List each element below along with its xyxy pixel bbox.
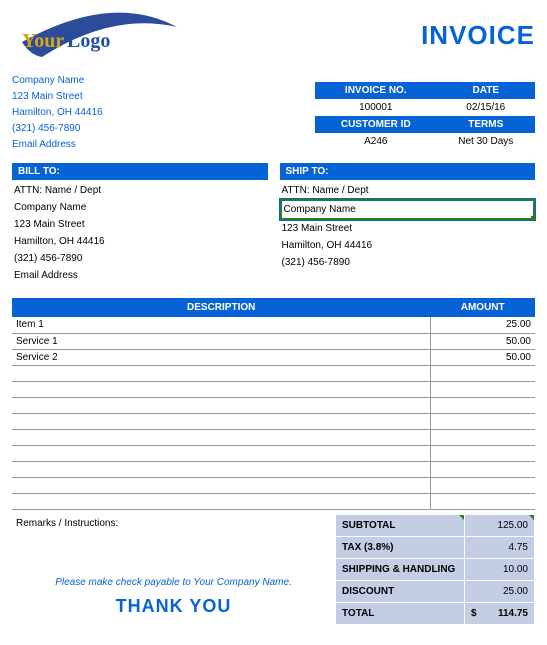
- items-table: DESCRIPTION AMOUNT Item 125.00Service 15…: [12, 298, 535, 510]
- ship-city[interactable]: Hamilton, OH 44416: [280, 237, 536, 254]
- ship-company-selected-cell[interactable]: Company Name: [280, 199, 536, 220]
- table-row: [12, 461, 535, 477]
- company-street: 123 Main Street: [12, 89, 103, 104]
- bill-email[interactable]: Email Address: [12, 267, 268, 284]
- bill-to-hdr: BILL TO:: [12, 163, 268, 180]
- table-row: Service 250.00: [12, 349, 535, 365]
- invoice-date[interactable]: 02/15/16: [437, 99, 535, 116]
- item-amt[interactable]: 25.00: [430, 317, 535, 333]
- discount-val[interactable]: 25.00: [465, 580, 535, 602]
- tax-val: 4.75: [465, 536, 535, 558]
- item-desc[interactable]: [12, 461, 430, 477]
- item-amt[interactable]: 50.00: [430, 333, 535, 349]
- item-desc[interactable]: Service 2: [12, 349, 430, 365]
- item-amt[interactable]: [430, 381, 535, 397]
- item-amt[interactable]: [430, 445, 535, 461]
- table-row: [12, 477, 535, 493]
- ship-to-hdr: SHIP TO:: [280, 163, 536, 180]
- invoice-no[interactable]: 100001: [315, 99, 437, 116]
- item-desc[interactable]: [12, 493, 430, 509]
- item-desc[interactable]: [12, 477, 430, 493]
- shipping-label: SHIPPING & HANDLING: [336, 558, 465, 580]
- item-desc[interactable]: [12, 397, 430, 413]
- logo-word1: Your: [22, 30, 64, 52]
- item-amt[interactable]: [430, 365, 535, 381]
- company-email: Email Address: [12, 137, 103, 152]
- total-label: TOTAL: [336, 602, 465, 624]
- table-row: Service 150.00: [12, 333, 535, 349]
- table-row: [12, 445, 535, 461]
- terms-hdr: TERMS: [437, 116, 535, 133]
- item-desc[interactable]: [12, 429, 430, 445]
- meta-table: INVOICE NO. DATE 100001 02/15/16 CUSTOME…: [315, 82, 535, 150]
- item-amt[interactable]: [430, 397, 535, 413]
- item-amt[interactable]: 50.00: [430, 349, 535, 365]
- item-desc[interactable]: Item 1: [12, 317, 430, 333]
- subtotal-val: 125.00: [465, 514, 535, 536]
- table-row: [12, 413, 535, 429]
- table-row: [12, 381, 535, 397]
- item-amt[interactable]: [430, 461, 535, 477]
- terms[interactable]: Net 30 Days: [437, 133, 535, 150]
- customer-id[interactable]: A246: [315, 133, 437, 150]
- item-amt[interactable]: [430, 477, 535, 493]
- item-desc[interactable]: [12, 445, 430, 461]
- ship-street[interactable]: 123 Main Street: [280, 220, 536, 237]
- desc-hdr: DESCRIPTION: [12, 298, 430, 317]
- table-row: [12, 365, 535, 381]
- tax-label: TAX (3.8%): [336, 536, 465, 558]
- logo: Your Logo: [12, 12, 192, 82]
- item-amt[interactable]: [430, 413, 535, 429]
- pay-note: Please make check payable to Your Compan…: [16, 577, 331, 588]
- discount-label: DISCOUNT: [336, 580, 465, 602]
- bill-phone[interactable]: (321) 456-7890: [12, 250, 268, 267]
- company-block: Company Name 123 Main Street Hamilton, O…: [12, 72, 103, 153]
- table-row: [12, 493, 535, 509]
- company-phone: (321) 456-7890: [12, 121, 103, 136]
- total-val: 114.75: [465, 602, 535, 624]
- company-city: Hamilton, OH 44416: [12, 105, 103, 120]
- table-row: Item 125.00: [12, 317, 535, 333]
- bill-city[interactable]: Hamilton, OH 44416: [12, 233, 268, 250]
- item-amt[interactable]: [430, 429, 535, 445]
- thank-you: THANK YOU: [16, 596, 331, 617]
- item-desc[interactable]: [12, 365, 430, 381]
- shipping-val[interactable]: 10.00: [465, 558, 535, 580]
- date-hdr: DATE: [437, 82, 535, 99]
- bill-street[interactable]: 123 Main Street: [12, 216, 268, 233]
- remarks-title: Remarks / Instructions:: [16, 518, 331, 529]
- bill-attn[interactable]: ATTN: Name / Dept: [12, 182, 268, 199]
- totals-table: SUBTOTAL 125.00 TAX (3.8%) 4.75 SHIPPING…: [335, 514, 535, 625]
- item-desc[interactable]: [12, 381, 430, 397]
- amt-hdr: AMOUNT: [430, 298, 535, 317]
- logo-word2: Logo: [67, 30, 110, 52]
- subtotal-label: SUBTOTAL: [336, 514, 465, 536]
- invoice-title: INVOICE: [421, 20, 535, 51]
- customer-id-hdr: CUSTOMER ID: [315, 116, 437, 133]
- ship-phone[interactable]: (321) 456-7890: [280, 254, 536, 271]
- item-desc[interactable]: Service 1: [12, 333, 430, 349]
- bill-company[interactable]: Company Name: [12, 199, 268, 216]
- invoice-no-hdr: INVOICE NO.: [315, 82, 437, 99]
- ship-attn[interactable]: ATTN: Name / Dept: [280, 182, 536, 199]
- table-row: [12, 429, 535, 445]
- item-amt[interactable]: [430, 493, 535, 509]
- item-desc[interactable]: [12, 413, 430, 429]
- table-row: [12, 397, 535, 413]
